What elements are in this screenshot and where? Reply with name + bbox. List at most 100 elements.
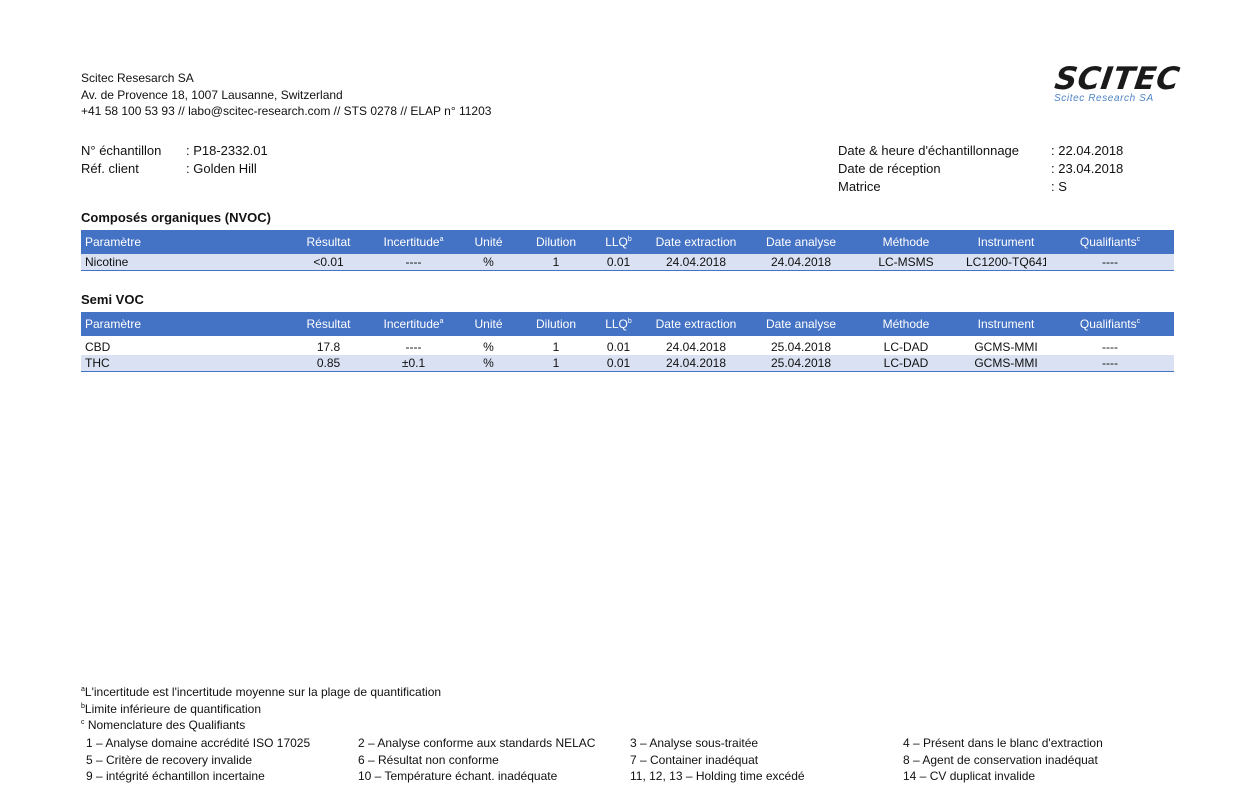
table-row: CBD 17.8 ---- % 1 0.01 24.04.2018 25.04.… (81, 338, 1174, 355)
cell-uncertainty: ---- (405, 339, 422, 354)
sampling-date-value: : 22.04.2018 (1051, 143, 1124, 158)
footnote-mark-c: c (1136, 236, 1141, 243)
cell-unit: % (483, 255, 494, 269)
qualifier-item: 6 – Résultat non conforme (358, 752, 499, 767)
reception-date-value: : 23.04.2018 (1051, 161, 1124, 176)
qualifier-item: 14 – CV duplicat invalide (903, 769, 1036, 783)
lab-header: Scitec Resesarch SA Av. de Provence 18, … (81, 70, 491, 120)
qualifiers-legend: 1 – Analyse domaine accrédité ISO 17025 … (86, 735, 1163, 785)
cell-dilution: 1 (552, 356, 560, 370)
col-header-uncertainty: Incertitudea (361, 317, 466, 331)
cell-method: LC-DAD (883, 339, 929, 354)
cell-date-extraction: 24.04.2018 (665, 255, 727, 269)
qualifier-item: 8 – Agent de conservation inadéquat (903, 752, 1098, 767)
col-header-uncertainty-text: Incertitude (383, 235, 440, 249)
lab-address: Av. de Provence 18, 1007 Lausanne, Switz… (81, 87, 343, 102)
cell-method: LC-MSMS (878, 255, 934, 269)
qualifier-item: 1 – Analyse domaine accrédité ISO 17025 (86, 736, 311, 750)
reception-date-label: Date de réception (838, 161, 941, 176)
cell-date-extraction: 24.04.2018 (665, 339, 727, 354)
cell-date-analyse: 25.04.2018 (770, 339, 832, 354)
footnote-b-text: Limite inférieure de quantification (84, 701, 262, 716)
col-header-date-extraction: Date extraction (655, 317, 737, 331)
logo-subtitle: Scitec Research SA (1054, 93, 1154, 104)
cell-uncertainty: ±0.1 (401, 356, 426, 370)
col-header-date-analyse: Date analyse (765, 235, 837, 249)
nvoc-table: Paramètre Résultat Incertitudea Unité Di… (81, 230, 1174, 271)
client-ref-row: Réf. client : Golden Hill (81, 160, 268, 178)
cell-result: <0.01 (313, 255, 344, 269)
lab-contact: +41 58 100 53 93 // labo@scitec-research… (81, 104, 492, 118)
lab-name: Scitec Resesarch SA (81, 71, 194, 85)
footnote-mark-a: a (439, 318, 444, 325)
table-row: Nicotine <0.01 ---- % 1 0.01 24.04.2018 … (81, 254, 1174, 271)
cell-instrument: LC1200-TQ6410 (966, 255, 1046, 269)
company-logo: SCITEC Scitec Research SA (1052, 61, 1182, 108)
matrix-value: : S (1051, 179, 1067, 194)
footnote-mark-b: b (627, 236, 632, 243)
cell-unit: % (483, 339, 494, 354)
cell-instrument: GCMS-MMI (974, 339, 1038, 354)
sampling-date-row: Date & heure d'échantillonnage : 22.04.2… (838, 142, 1123, 160)
col-header-result: Résultat (306, 235, 351, 249)
cell-param: CBD (85, 339, 111, 354)
col-header-unit: Unité (474, 317, 503, 331)
cell-llq: 0.01 (606, 356, 631, 370)
footnote-mark-b: b (627, 318, 632, 325)
qualifier-item: 10 – Température échant. inadéquate (358, 769, 558, 783)
qualifier-item: 4 – Présent dans le blanc d'extraction (903, 736, 1103, 750)
col-header-llq: LLQb (601, 235, 636, 249)
col-header-qualifiers: Qualifiantsc (1046, 317, 1174, 331)
qualifier-item: 11, 12, 13 – Holding time excédé (630, 769, 805, 783)
col-header-uncertainty-text: Incertitude (383, 317, 440, 331)
cell-param: Nicotine (85, 255, 129, 269)
qualifier-item: 2 – Analyse conforme aux standards NELAC (358, 736, 596, 750)
section-title-semivoc: Semi VOC (81, 292, 144, 307)
col-header-unit: Unité (474, 235, 503, 249)
col-header-llq: LLQb (601, 317, 636, 331)
sample-info-left: N° échantillon : P18-2332.01 Réf. client… (81, 142, 268, 178)
sample-number-value: : P18-2332.01 (186, 143, 268, 158)
col-header-date-analyse: Date analyse (765, 317, 837, 331)
table-row: THC 0.85 ±0.1 % 1 0.01 24.04.2018 25.04.… (81, 355, 1174, 372)
table-header-row: Paramètre Résultat Incertitudea Unité Di… (81, 312, 1174, 336)
col-header-qualifiers: Qualifiantsc (1046, 235, 1174, 249)
cell-method: LC-DAD (883, 356, 929, 370)
client-ref-label: Réf. client (81, 161, 139, 176)
client-ref-value: : Golden Hill (186, 161, 257, 176)
cell-unit: % (483, 356, 494, 370)
cell-param: THC (85, 356, 110, 370)
cell-llq: 0.01 (606, 255, 631, 269)
footnote-a-text: L'incertitude est l'incertitude moyenne … (84, 685, 442, 699)
semivoc-table: Paramètre Résultat Incertitudea Unité Di… (81, 312, 1174, 372)
col-header-llq-text: LLQ (605, 317, 628, 331)
cell-qualifiers: ---- (1102, 356, 1118, 370)
cell-dilution: 1 (552, 339, 560, 354)
footnote-mark-c: c (1136, 318, 1141, 325)
table-header-row: Paramètre Résultat Incertitudea Unité Di… (81, 230, 1174, 254)
footnote-a: aL'incertitude est l'incertitude moyenne… (81, 684, 441, 701)
matrix-row: Matrice : S (838, 178, 1123, 196)
sample-number-row: N° échantillon : P18-2332.01 (81, 142, 268, 160)
qualifier-item: 5 – Critère de recovery invalide (86, 752, 253, 767)
sample-number-label: N° échantillon (81, 143, 162, 158)
reception-date-row: Date de réception : 23.04.2018 (838, 160, 1123, 178)
cell-date-analyse: 24.04.2018 (770, 255, 832, 269)
cell-qualifiers: ---- (1102, 339, 1118, 354)
col-header-dilution: Dilution (535, 235, 577, 249)
cell-date-extraction: 24.04.2018 (665, 356, 727, 370)
sample-info-right: Date & heure d'échantillonnage : 22.04.2… (838, 142, 1123, 196)
qualifier-item: 3 – Analyse sous-traitée (630, 736, 759, 750)
cell-llq: 0.01 (606, 339, 631, 354)
col-header-date-extraction: Date extraction (655, 235, 737, 249)
footnote-mark-a: a (439, 236, 444, 243)
section-title-nvoc: Composés organiques (NVOC) (81, 210, 271, 225)
col-header-instrument: Instrument (977, 317, 1035, 331)
logo-wordmark: SCITEC (1052, 61, 1183, 97)
col-header-qualifiers-text: Qualifiants (1079, 235, 1137, 249)
cell-qualifiers: ---- (1102, 255, 1118, 269)
col-header-param: Paramètre (85, 235, 142, 249)
qualifier-item: 9 – intégrité échantillon incertaine (86, 769, 265, 783)
col-header-llq-text: LLQ (605, 235, 628, 249)
cell-instrument: GCMS-MMI (974, 356, 1038, 370)
